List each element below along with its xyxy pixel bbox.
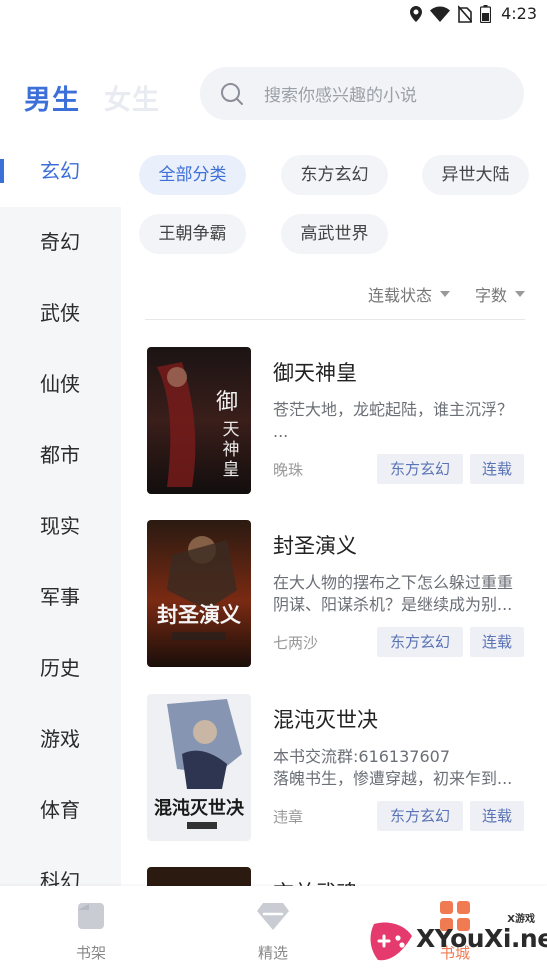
book-genre-tag: 东方玄幻 <box>377 454 463 484</box>
sidebar-item-xuanhuan[interactable]: 玄幻 <box>0 136 121 207</box>
sidebar-item-lishi[interactable]: 历史 <box>0 633 121 704</box>
book-author: 违章 <box>273 808 304 826</box>
svg-text:御: 御 <box>216 390 238 415</box>
search-input[interactable]: 搜索你感兴趣的小说 <box>200 67 524 120</box>
book-item[interactable]: 混沌灭世决 混沌灭世决 本书交流群:616137607 落魄书生，惨遭穿越，初来… <box>147 694 527 844</box>
nav-featured-label: 精选 <box>257 944 288 962</box>
status-bar: 4:23 <box>0 0 547 30</box>
sidebar-item-junshi[interactable]: 军事 <box>0 562 121 633</box>
watermark-text: XYouXi.net <box>416 924 547 953</box>
filter-words-label: 字数 <box>475 286 508 305</box>
sidebar-item-dushi[interactable]: 都市 <box>0 420 121 491</box>
book-cover: 御 天 神 皇 <box>147 347 251 494</box>
sidebar-item-xianxia[interactable]: 仙侠 <box>0 349 121 420</box>
chip-all[interactable]: 全部分类 <box>139 155 246 195</box>
search-placeholder: 搜索你感兴趣的小说 <box>264 86 417 106</box>
tab-female[interactable]: 女生 <box>104 78 160 117</box>
wifi-icon <box>430 6 451 22</box>
svg-text:神: 神 <box>223 440 240 460</box>
filter-status[interactable]: 连载状态 <box>368 282 451 306</box>
svg-text:天: 天 <box>223 420 240 440</box>
bookshelf-icon <box>78 903 104 929</box>
chip-wangchao-zhengba[interactable]: 王朝争霸 <box>139 214 246 254</box>
svg-text:混沌灭世决: 混沌灭世决 <box>154 797 245 819</box>
book-description: 苍茫大地，龙蛇起陆，谁主沉浮？ ... <box>273 400 514 441</box>
chip-yishi-dalu[interactable]: 异世大陆 <box>422 155 529 195</box>
book-status-tag: 连载 <box>470 627 524 657</box>
watermark: X游戏 XYouXi.net <box>368 908 547 970</box>
book-description: 在大人物的摆布之下怎么躲过重重阴谋、阳谋杀机？是继续成为别... <box>273 573 514 614</box>
caret-down-icon <box>515 291 526 297</box>
category-sidebar: 玄幻 奇幻 武侠 仙侠 都市 现实 军事 历史 游戏 体育 科幻 <box>0 136 121 886</box>
diamond-icon <box>257 903 289 930</box>
nav-bookshelf-label: 书架 <box>75 944 106 962</box>
gamepad-logo-icon <box>370 922 412 961</box>
book-item[interactable]: 封圣演义 封圣演义 在大人物的摆布之下怎么躲过重重阴谋、阳谋杀机？是继续成为别.… <box>147 520 527 670</box>
book-title: 混沌灭世决 <box>273 708 378 732</box>
book-cover: 封圣演义 <box>147 520 251 667</box>
location-icon <box>410 5 423 22</box>
book-author: 晚珠 <box>273 461 304 479</box>
sidebar-item-youxi[interactable]: 游戏 <box>0 704 121 775</box>
book-title: 封圣演义 <box>273 534 357 558</box>
sidebar-item-tiyu[interactable]: 体育 <box>0 775 121 846</box>
book-title: 玄羊武魂 <box>273 877 357 886</box>
svg-text:皇: 皇 <box>223 460 240 480</box>
no-sim-icon <box>458 4 473 23</box>
book-cover: 混沌灭世决 <box>147 694 251 841</box>
book-item[interactable]: 玄羊武魂 <box>147 867 527 886</box>
chip-gaowu-shijie[interactable]: 高武世界 <box>281 214 388 254</box>
chip-dongfang-xuanhuan[interactable]: 东方玄幻 <box>281 155 388 195</box>
book-author: 七两沙 <box>273 634 319 652</box>
nav-featured[interactable]: 精选 <box>238 900 308 963</box>
sidebar-item-kehuan[interactable]: 科幻 <box>0 846 121 886</box>
tab-male[interactable]: 男生 <box>24 78 80 117</box>
sidebar-item-wuxia[interactable]: 武侠 <box>0 278 121 349</box>
filter-words[interactable]: 字数 <box>475 282 526 306</box>
watermark-small-text: X游戏 <box>507 914 535 925</box>
svg-text:封圣演义: 封圣演义 <box>157 602 241 627</box>
book-title: 御天神皇 <box>273 361 357 385</box>
sidebar-item-xianshi[interactable]: 现实 <box>0 491 121 562</box>
filter-status-label: 连载状态 <box>368 286 433 305</box>
battery-icon <box>480 4 492 23</box>
sidebar-item-qihuan[interactable]: 奇幻 <box>0 207 121 278</box>
caret-down-icon <box>440 291 451 297</box>
book-status-tag: 连载 <box>470 801 524 831</box>
book-genre-tag: 东方玄幻 <box>377 627 463 657</box>
book-genre-tag: 东方玄幻 <box>377 801 463 831</box>
status-time: 4:23 <box>501 4 537 23</box>
book-description: 本书交流群:616137607 落魄书生，惨遭穿越，初来乍到... <box>273 747 513 788</box>
search-icon <box>221 82 243 105</box>
book-status-tag: 连载 <box>470 454 524 484</box>
book-item[interactable]: 御 天 神 皇 御天神皇 苍茫大地，龙蛇起陆，谁主沉浮？ ... 晚珠 东方玄幻… <box>147 347 527 497</box>
divider <box>145 319 525 320</box>
nav-bookshelf[interactable]: 书架 <box>56 900 126 963</box>
book-cover <box>147 867 251 886</box>
